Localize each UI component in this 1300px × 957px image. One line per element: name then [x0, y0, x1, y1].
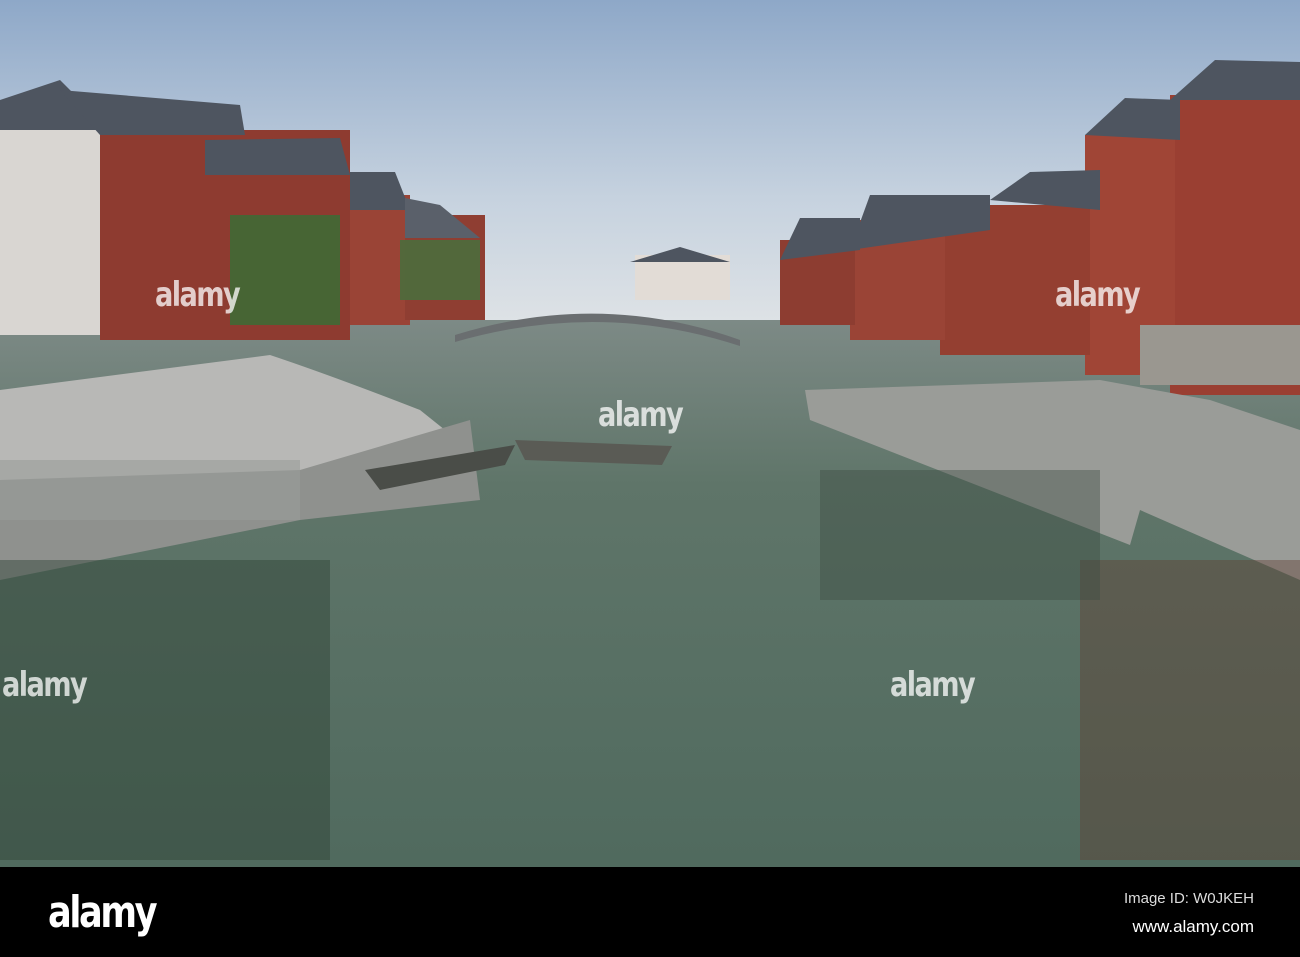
- image-id: Image ID: W0JKEH: [1123, 890, 1254, 907]
- watermark: alamy: [598, 395, 684, 435]
- watermark: alamy: [890, 665, 976, 705]
- watermark: alamy: [155, 275, 241, 315]
- footer-bar: alamy Image ID: W0JKEH www.alamy.com: [0, 867, 1300, 957]
- watermark: alamy: [1055, 275, 1141, 315]
- alamy-logo: alamy: [48, 887, 158, 938]
- watermark: alamy: [2, 665, 88, 705]
- website-link: www.alamy.com: [1132, 917, 1254, 936]
